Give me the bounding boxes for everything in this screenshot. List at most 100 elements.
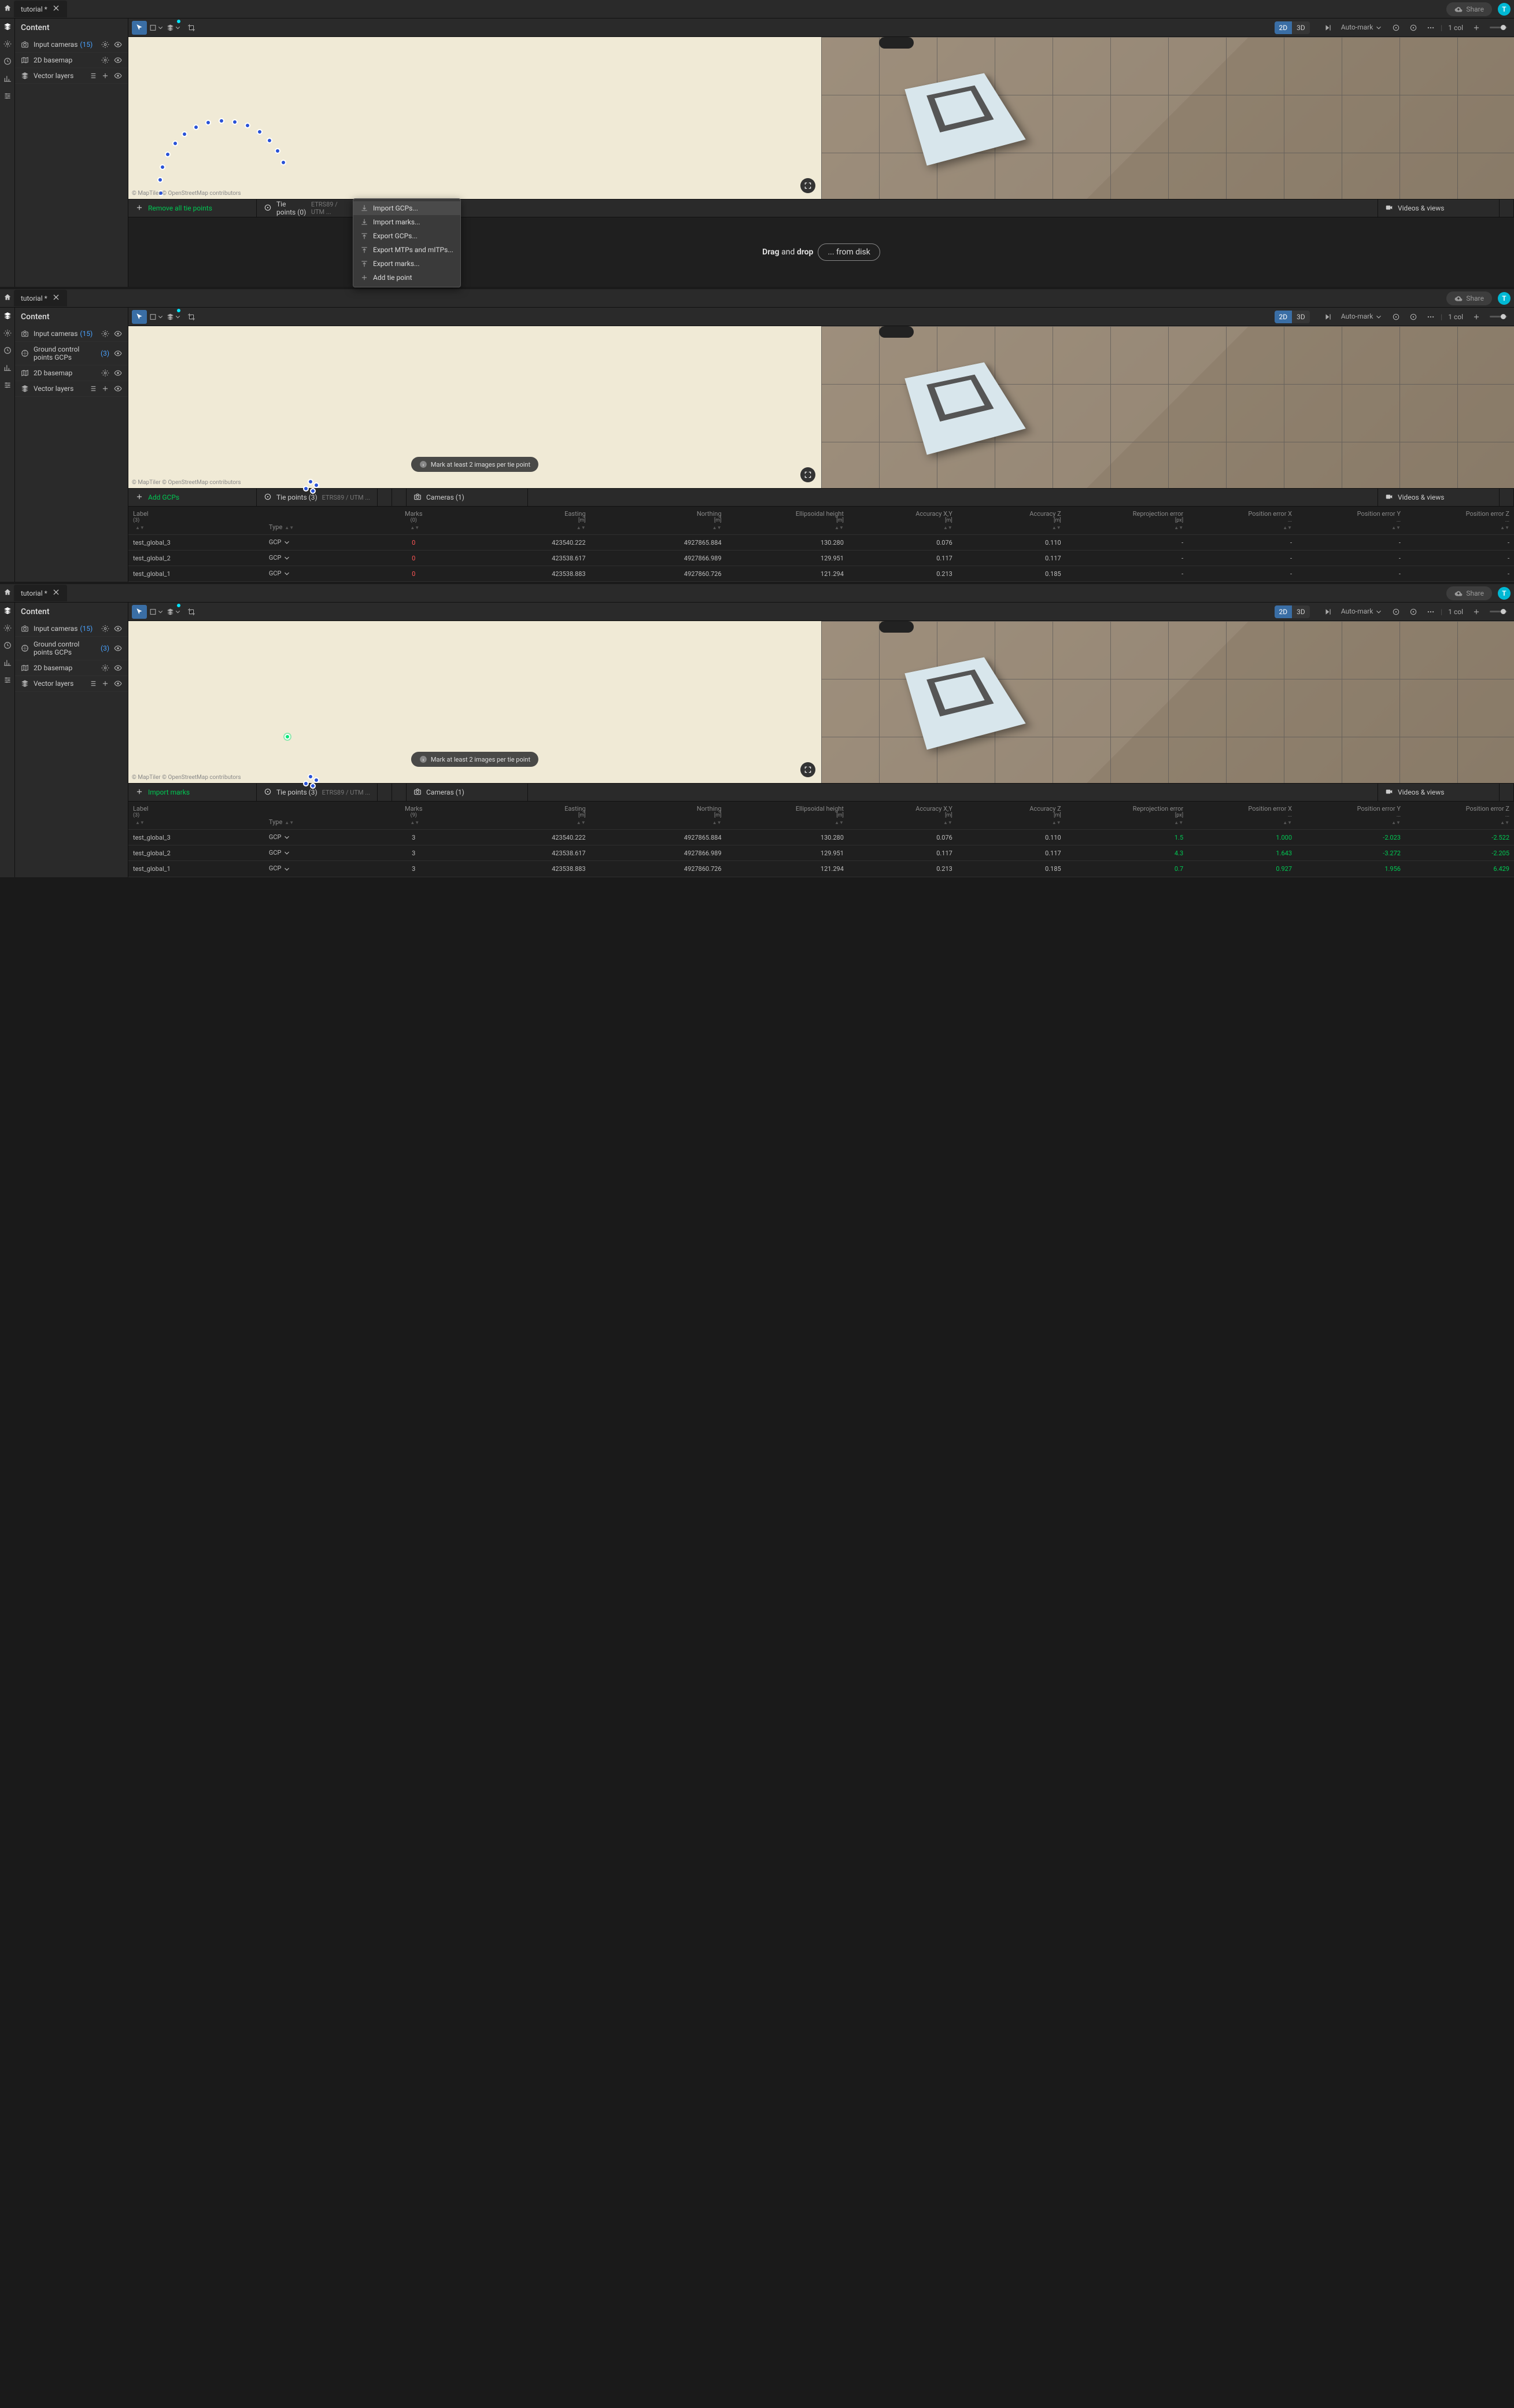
col-header[interactable]: Label(3)▲▼ bbox=[128, 507, 264, 535]
rail-stats-button[interactable] bbox=[3, 658, 12, 667]
gear-icon[interactable] bbox=[101, 56, 109, 64]
sidebar-item[interactable]: Input cameras (15) bbox=[15, 621, 128, 637]
eye-icon[interactable] bbox=[114, 40, 122, 49]
user-avatar[interactable]: T bbox=[1498, 3, 1511, 16]
home-button[interactable] bbox=[3, 588, 12, 598]
col-header[interactable]: Easting[m]▲▼ bbox=[455, 507, 590, 535]
more-button[interactable] bbox=[392, 784, 407, 801]
rail-layers-button[interactable] bbox=[3, 311, 12, 320]
user-avatar[interactable]: T bbox=[1498, 587, 1511, 600]
rail-layers-button[interactable] bbox=[3, 22, 12, 31]
rail-adjust-button[interactable] bbox=[3, 381, 12, 390]
col-header[interactable]: Easting[m]▲▼ bbox=[455, 802, 590, 830]
project-tab[interactable]: tutorial * bbox=[14, 1, 67, 17]
gcp-marker[interactable] bbox=[285, 734, 290, 740]
view-2d[interactable]: 2D bbox=[1275, 605, 1293, 618]
cursor-tool[interactable] bbox=[132, 21, 147, 35]
collapse-button[interactable] bbox=[1500, 200, 1514, 217]
map-viewport[interactable]: Mark at least 2 images per tie point © M… bbox=[128, 326, 821, 488]
collapse-button[interactable] bbox=[1500, 784, 1514, 801]
gear-icon[interactable] bbox=[101, 369, 109, 377]
rail-settings-button[interactable] bbox=[3, 623, 12, 633]
sidebar-item[interactable]: Input cameras (15) bbox=[15, 37, 128, 53]
col-header[interactable]: Position error Z...▲▼ bbox=[1405, 802, 1514, 830]
table-row[interactable]: test_global_3 GCP 3 423540.222 4927865.8… bbox=[128, 830, 1514, 845]
col-header[interactable]: Label(3)▲▼ bbox=[128, 802, 264, 830]
eye-icon[interactable] bbox=[114, 56, 122, 64]
skip-button[interactable] bbox=[1320, 605, 1335, 619]
edit-button[interactable] bbox=[378, 784, 392, 801]
eye-icon[interactable] bbox=[114, 644, 122, 652]
user-avatar[interactable]: T bbox=[1498, 292, 1511, 305]
cell-type[interactable]: GCP bbox=[264, 845, 373, 861]
gear-icon[interactable] bbox=[101, 330, 109, 338]
list-icon[interactable] bbox=[88, 72, 97, 80]
col-header[interactable]: Type▲▼ bbox=[264, 507, 373, 535]
target1-button[interactable] bbox=[1389, 605, 1404, 619]
sidebar-item[interactable]: 2D basemap bbox=[15, 53, 128, 68]
sidebar-item[interactable]: Vector layers bbox=[15, 676, 128, 692]
action-link[interactable]: Import marks bbox=[148, 788, 190, 796]
action-link[interactable]: Add GCPs bbox=[148, 493, 179, 501]
eye-icon[interactable] bbox=[114, 679, 122, 688]
target2-button[interactable] bbox=[1406, 21, 1421, 35]
more-button[interactable] bbox=[1423, 21, 1438, 35]
col-header[interactable]: Accuracy X,Y[m]▲▼ bbox=[848, 507, 957, 535]
map-viewport[interactable]: © MapTiler © OpenStreetMap contributors bbox=[128, 37, 821, 199]
view-2d[interactable]: 2D bbox=[1275, 21, 1293, 34]
table-row[interactable]: test_global_3 GCP 0 423540.222 4927865.8… bbox=[128, 535, 1514, 551]
view-3d[interactable]: 3D bbox=[1292, 605, 1310, 618]
add-col-button[interactable] bbox=[1469, 21, 1484, 35]
col-header[interactable]: Ellipsoidal height[m]▲▼ bbox=[726, 802, 848, 830]
eye-icon[interactable] bbox=[114, 349, 122, 357]
more-button[interactable] bbox=[392, 489, 407, 506]
auto-mark-button[interactable]: Auto-mark bbox=[1338, 312, 1387, 321]
col-header[interactable]: Type▲▼ bbox=[264, 802, 373, 830]
layers-tool[interactable] bbox=[167, 605, 182, 619]
col-header[interactable]: Position error Y...▲▼ bbox=[1297, 507, 1405, 535]
table-row[interactable]: test_global_1 GCP 3 423538.883 4927860.7… bbox=[128, 861, 1514, 877]
sidebar-item[interactable]: Ground control points GCPs (3) bbox=[15, 342, 128, 365]
gear-icon[interactable] bbox=[101, 625, 109, 633]
menu-item[interactable]: Export marks... bbox=[353, 257, 460, 271]
col-header[interactable]: Position error X...▲▼ bbox=[1188, 802, 1297, 830]
auto-mark-button[interactable]: Auto-mark bbox=[1338, 23, 1387, 32]
map-viewport[interactable]: Mark at least 2 images per tie point © M… bbox=[128, 621, 821, 783]
rail-adjust-button[interactable] bbox=[3, 91, 12, 101]
menu-item[interactable]: Import GCPs... bbox=[353, 201, 460, 215]
rect-tool[interactable] bbox=[149, 310, 164, 324]
home-button[interactable] bbox=[3, 293, 12, 303]
plus-icon[interactable] bbox=[101, 679, 109, 688]
crs-label[interactable]: ETRS89 / UTM ... bbox=[322, 494, 370, 501]
close-tab-icon[interactable] bbox=[52, 4, 60, 14]
rail-layers-button[interactable] bbox=[3, 606, 12, 615]
remove-all-link[interactable]: Remove all tie points bbox=[148, 204, 212, 212]
rail-stats-button[interactable] bbox=[3, 74, 12, 83]
close-tab-icon[interactable] bbox=[52, 293, 60, 303]
col-header[interactable]: Position error Z...▲▼ bbox=[1405, 507, 1514, 535]
col-header[interactable]: Reprojection error[px]▲▼ bbox=[1066, 507, 1188, 535]
project-tab[interactable]: tutorial * bbox=[14, 585, 67, 601]
col-header[interactable]: Accuracy Z[m]▲▼ bbox=[957, 802, 1066, 830]
col-header[interactable]: Position error X...▲▼ bbox=[1188, 507, 1297, 535]
rail-history-button[interactable] bbox=[3, 346, 12, 355]
home-button[interactable] bbox=[3, 4, 12, 14]
zoom-slider[interactable] bbox=[1490, 316, 1507, 317]
target1-button[interactable] bbox=[1389, 21, 1404, 35]
zoom-slider[interactable] bbox=[1490, 27, 1507, 28]
view-toggle[interactable]: 2D3D bbox=[1275, 605, 1310, 618]
eye-icon[interactable] bbox=[114, 369, 122, 377]
cell-type[interactable]: GCP bbox=[264, 830, 373, 845]
sidebar-item[interactable]: Input cameras (15) bbox=[15, 326, 128, 342]
skip-button[interactable] bbox=[1320, 21, 1335, 35]
auto-mark-button[interactable]: Auto-mark bbox=[1338, 607, 1387, 616]
target2-button[interactable] bbox=[1406, 310, 1421, 324]
view-3d[interactable]: 3D bbox=[1292, 311, 1310, 323]
menu-item[interactable]: Import marks... bbox=[353, 215, 460, 229]
crop-tool[interactable] bbox=[184, 21, 199, 35]
crs-label[interactable]: ETRS89 / UTM ... bbox=[322, 789, 370, 796]
view-2d[interactable]: 2D bbox=[1275, 311, 1293, 323]
plus-icon[interactable] bbox=[101, 72, 109, 80]
crs-label[interactable]: ETRS89 / UTM ... bbox=[311, 201, 346, 216]
rail-adjust-button[interactable] bbox=[3, 675, 12, 685]
